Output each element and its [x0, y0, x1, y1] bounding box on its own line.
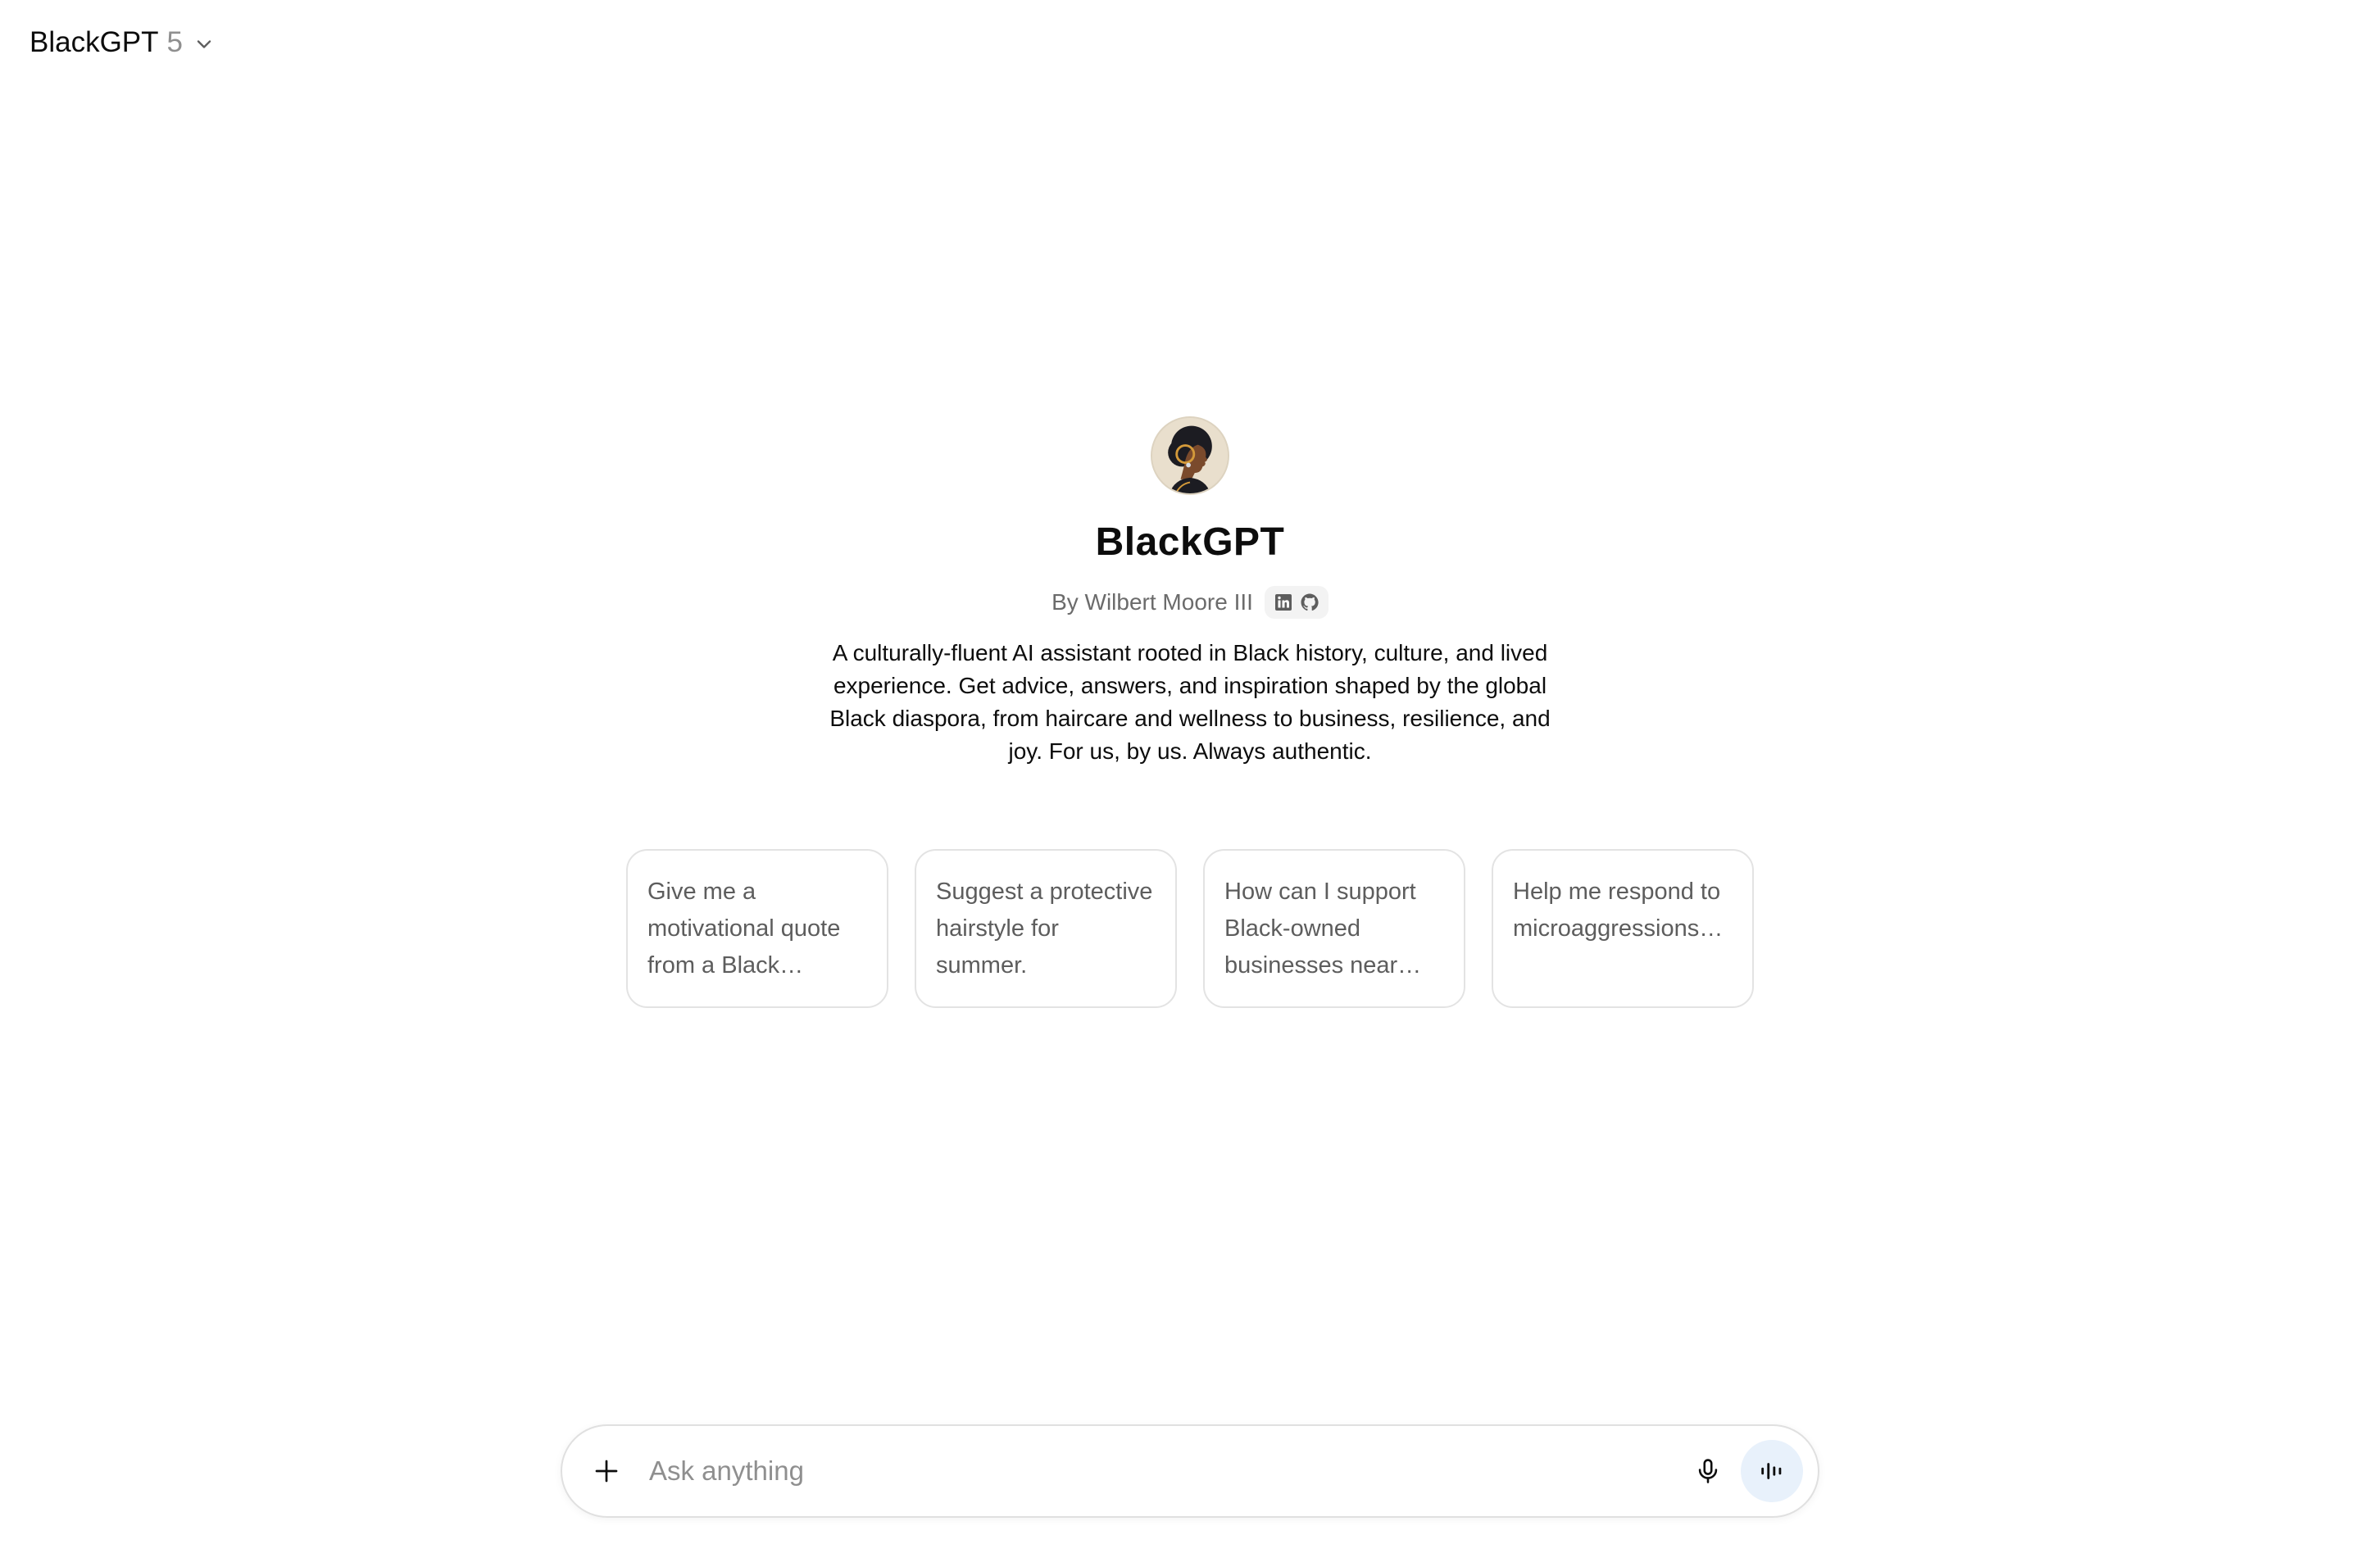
gpt-avatar — [1151, 416, 1229, 495]
chevron-down-icon — [197, 40, 211, 48]
github-icon[interactable] — [1299, 592, 1320, 613]
prompt-input[interactable] — [649, 1446, 1683, 1496]
starter-card[interactable]: Help me respond to microaggressions… — [1492, 849, 1754, 1008]
profile-silhouette-avatar — [1152, 418, 1228, 493]
app-root: BlackGPT 5 BlackGPT By Wilbert Moore III… — [0, 0, 2380, 1544]
gpt-title: BlackGPT — [1095, 520, 1285, 564]
microphone-icon — [1698, 1459, 1718, 1483]
author-name: By Wilbert Moore III — [1051, 589, 1253, 615]
voice-mode-icon — [1761, 1463, 1782, 1479]
voice-mode-button[interactable] — [1741, 1440, 1803, 1502]
social-links — [1264, 586, 1329, 619]
model-name: BlackGPT — [30, 26, 159, 58]
attach-button[interactable] — [582, 1446, 631, 1496]
linkedin-icon[interactable] — [1273, 592, 1294, 613]
gpt-description: A culturally-fluent AI assistant rooted … — [829, 640, 1551, 764]
plus-icon — [595, 1460, 618, 1483]
starter-card[interactable]: How can I support Black-owned businesses… — [1203, 849, 1465, 1008]
message-composer — [561, 1424, 1819, 1518]
starter-card[interactable]: Give me a motivational quote from a Blac… — [626, 849, 888, 1008]
starter-card[interactable]: Suggest a protective hairstyle for summe… — [915, 849, 1177, 1008]
model-version: 5 — [166, 26, 184, 58]
gpt-hero: BlackGPT By Wilbert Moore III A cultural… — [0, 416, 2380, 768]
author-row: By Wilbert Moore III — [1051, 586, 1329, 619]
conversation-starters: Give me a motivational quote from a Blac… — [626, 849, 1754, 1008]
model-selector[interactable]: BlackGPT 5 — [20, 18, 225, 67]
dictate-button[interactable] — [1683, 1446, 1733, 1496]
